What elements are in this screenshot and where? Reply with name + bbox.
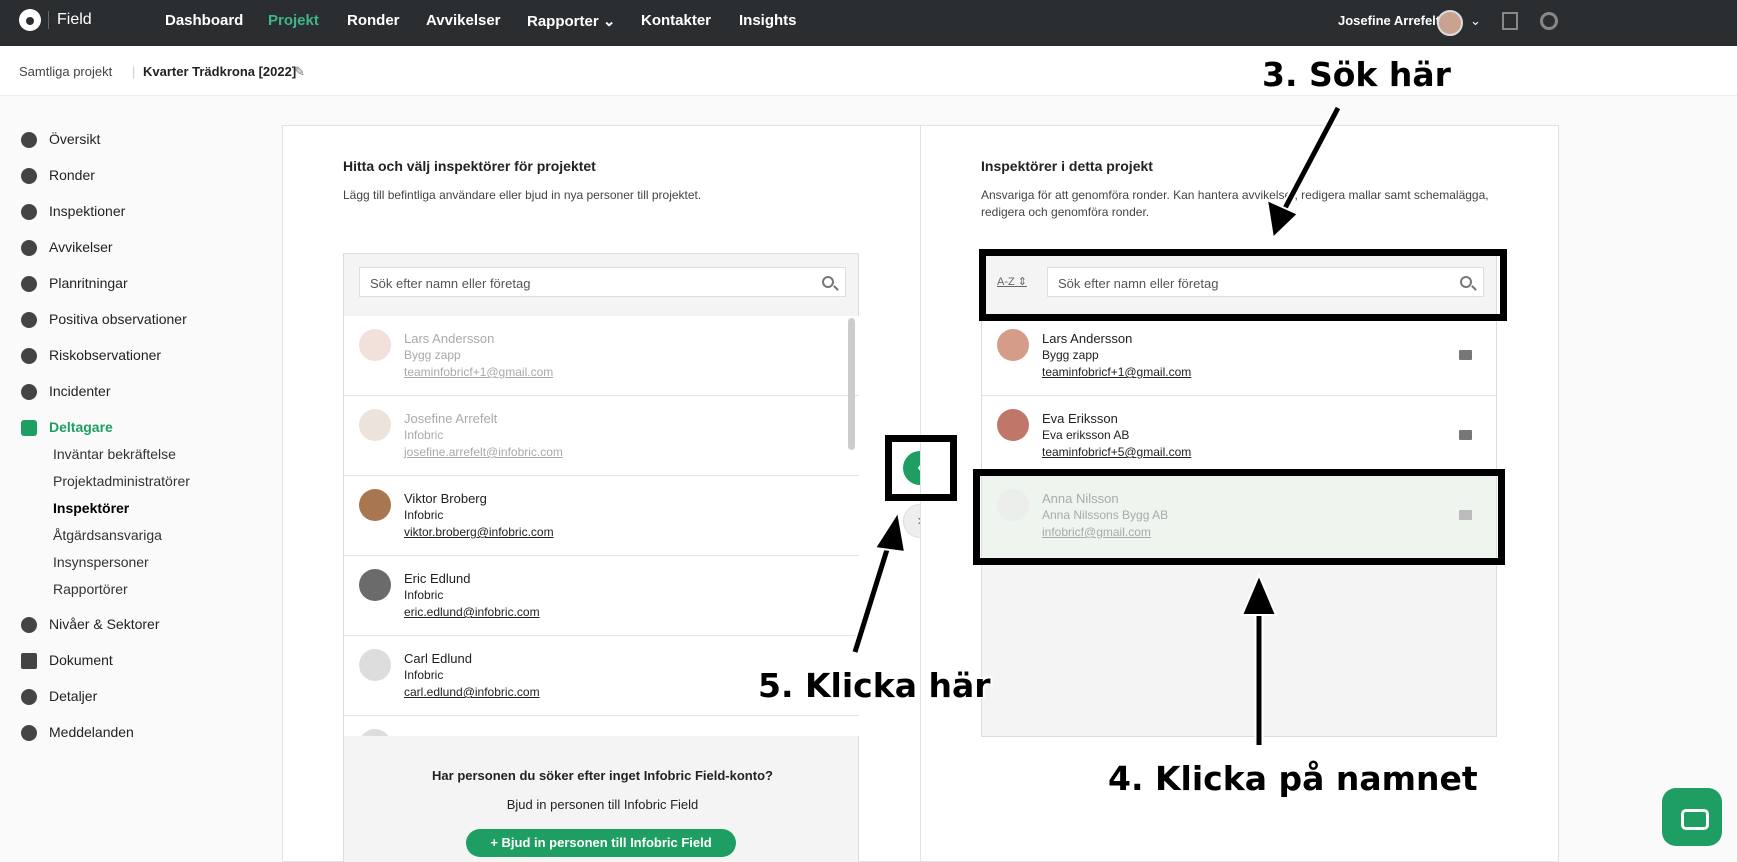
annotation-step-3: 3. Sök här <box>1262 55 1451 94</box>
arrow-to-name <box>1240 572 1278 745</box>
arrow-to-move-button <box>850 509 907 654</box>
chat-button[interactable] <box>1662 788 1722 846</box>
annotation-step-4: 4. Klicka på namnet <box>1108 759 1478 798</box>
annotation-step-5: 5. Klicka här <box>758 666 991 705</box>
annotation-arrows <box>850 105 1342 745</box>
arrow-to-search <box>1265 105 1342 241</box>
